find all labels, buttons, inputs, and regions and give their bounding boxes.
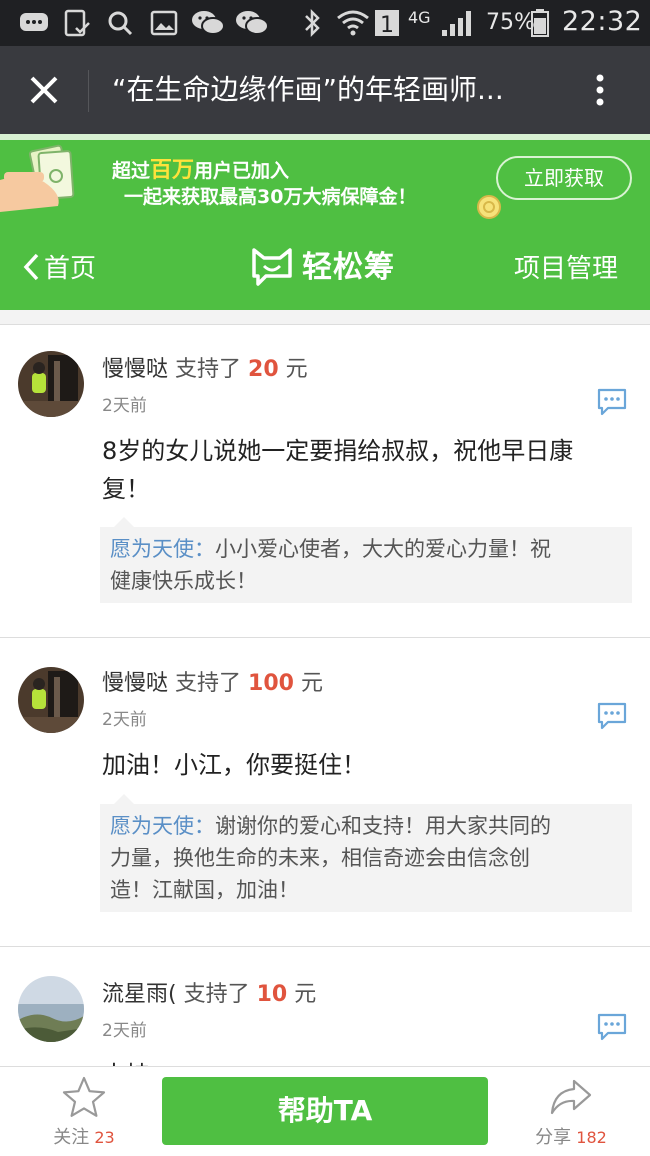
- page-title: “在生命边缘作画”的年轻画师...: [112, 73, 504, 106]
- avatar[interactable]: [18, 976, 84, 1042]
- bottom-action-bar: 关注 23 帮助TA 分享 182: [0, 1066, 650, 1156]
- webview-title-bar: “在生命边缘作画”的年轻画师...: [0, 46, 650, 134]
- home-back-button[interactable]: 首页: [22, 248, 96, 285]
- bluetooth-icon: [302, 8, 322, 38]
- share-arrow-icon: [550, 1079, 592, 1115]
- supporter-line: 慢慢哒 支持了 20 元: [102, 351, 308, 383]
- reply-text: 小小爱心使者，大大的爱心力量！祝: [215, 537, 551, 561]
- search-icon: [106, 8, 134, 38]
- hand-holding-money-icon: [0, 142, 100, 218]
- help-ta-button[interactable]: 帮助TA: [162, 1077, 488, 1145]
- support-unit: 元: [300, 671, 323, 696]
- support-amount: 100: [248, 671, 294, 696]
- status-bar: 1 4G 75% 22:32: [0, 0, 650, 46]
- banner-top-strip: [0, 134, 650, 140]
- reply-text: 谢谢你的爱心和支持！用大家共同的: [215, 814, 551, 838]
- star-icon: [62, 1076, 106, 1117]
- reply-author[interactable]: 愿为天使：: [110, 814, 215, 838]
- support-amount: 10: [256, 982, 288, 1007]
- support-time: 2天前: [102, 396, 147, 416]
- clock: 22:32: [562, 6, 643, 37]
- sim-icon: 1: [374, 8, 400, 38]
- avatar[interactable]: [18, 351, 84, 417]
- more-menu-icon[interactable]: [592, 70, 608, 110]
- image-icon: [150, 8, 178, 38]
- title-divider: [88, 70, 89, 112]
- banner-headline-highlight: 百万: [150, 158, 195, 183]
- signal-icon: [440, 8, 476, 38]
- get-now-button[interactable]: 立即获取: [496, 156, 632, 200]
- banner-headline-suffix: 用户已加入: [194, 160, 290, 182]
- comment-icon[interactable]: [596, 701, 628, 731]
- supporter-name[interactable]: 流星雨(: [102, 982, 177, 1007]
- support-feed[interactable]: 慢慢哒 支持了 20 元 2天前 8岁的女儿说她一定要捐给叔叔，祝他早日康 复！…: [0, 324, 650, 1072]
- supporter-line: 流星雨( 支持了 10 元: [102, 976, 316, 1008]
- supporter-name[interactable]: 慢慢哒: [102, 671, 168, 696]
- support-entry: 慢慢哒 支持了 100 元 2天前 加油！小江，你要挺住！ 愿为天使：谢谢你的爱…: [0, 639, 650, 947]
- support-message: 加油！小江，你要挺住！: [102, 751, 366, 779]
- support-entry: 流星雨( 支持了 10 元 2天前 支持: [0, 948, 650, 1072]
- task-done-icon: [62, 8, 92, 38]
- share-count: 182: [576, 1128, 607, 1147]
- follow-label: 关注: [53, 1127, 90, 1148]
- support-time: 2天前: [102, 1021, 147, 1041]
- project-manage-link[interactable]: 项目管理: [514, 248, 618, 285]
- coin-decoration-icon: [476, 194, 502, 220]
- share-label: 分享: [535, 1127, 572, 1148]
- home-label: 首页: [44, 254, 97, 284]
- battery-percent: 75%: [486, 10, 535, 35]
- share-button[interactable]: 分享 182: [526, 1075, 616, 1149]
- reply-author[interactable]: 愿为天使：: [110, 537, 215, 561]
- support-unit: 元: [294, 982, 317, 1007]
- banner-subline: 一起来获取最高30万大病保障金！: [124, 186, 417, 208]
- banner-headline: 超过百万用户已加入: [112, 152, 289, 184]
- app-name: 轻松筹: [302, 250, 395, 285]
- reply-text: 造！江献国，加油！: [110, 878, 299, 902]
- comment-icon[interactable]: [596, 387, 628, 417]
- app-logo: 轻松筹: [250, 242, 395, 286]
- wechat-icon-2: [234, 8, 270, 38]
- comment-icon[interactable]: [596, 1012, 628, 1042]
- promo-banner[interactable]: 超过百万用户已加入 一起来获取最高30万大病保障金！ 立即获取: [0, 134, 650, 220]
- reply-text: 力量，换他生命的未来，相信奇迹会由信念创: [110, 846, 530, 870]
- support-message: 8岁的女儿说她一定要捐给叔叔，祝他早日康 复！: [102, 432, 622, 508]
- app-nav-bar: 首页 轻松筹 项目管理: [0, 220, 650, 310]
- network-type-label: 4G: [408, 7, 431, 27]
- chevron-left-icon: [23, 253, 39, 280]
- wechat-icon: [190, 8, 226, 38]
- banner-headline-prefix: 超过: [112, 160, 151, 182]
- wifi-icon: [336, 8, 370, 38]
- support-action: 支持了: [175, 357, 242, 382]
- avatar[interactable]: [18, 667, 84, 733]
- support-message-line: 复！: [102, 475, 150, 503]
- reply-box: 愿为天使：小小爱心使者，大大的爱心力量！祝 健康快乐成长！: [100, 517, 632, 603]
- support-amount: 20: [248, 357, 279, 382]
- support-action: 支持了: [175, 671, 242, 696]
- support-entry: 慢慢哒 支持了 20 元 2天前 8岁的女儿说她一定要捐给叔叔，祝他早日康 复！…: [0, 325, 650, 638]
- support-unit: 元: [285, 357, 308, 382]
- supporter-line: 慢慢哒 支持了 100 元: [102, 665, 323, 697]
- support-time: 2天前: [102, 710, 147, 730]
- follow-count: 23: [94, 1128, 115, 1147]
- supporter-name[interactable]: 慢慢哒: [102, 357, 168, 382]
- cat-face-logo-icon: [252, 248, 292, 286]
- sim-number: 1: [380, 13, 394, 38]
- follow-button[interactable]: 关注 23: [44, 1075, 124, 1149]
- battery-icon: [530, 8, 550, 38]
- support-action: 支持了: [183, 982, 250, 1007]
- close-icon[interactable]: [24, 70, 64, 110]
- reply-box: 愿为天使：谢谢你的爱心和支持！用大家共同的 力量，换他生命的未来，相信奇迹会由信…: [100, 794, 632, 912]
- support-message-line: 8岁的女儿说她一定要捐给叔叔，祝他早日康: [102, 437, 574, 465]
- reply-text: 健康快乐成长！: [110, 569, 257, 593]
- messages-notification-icon: [18, 8, 50, 38]
